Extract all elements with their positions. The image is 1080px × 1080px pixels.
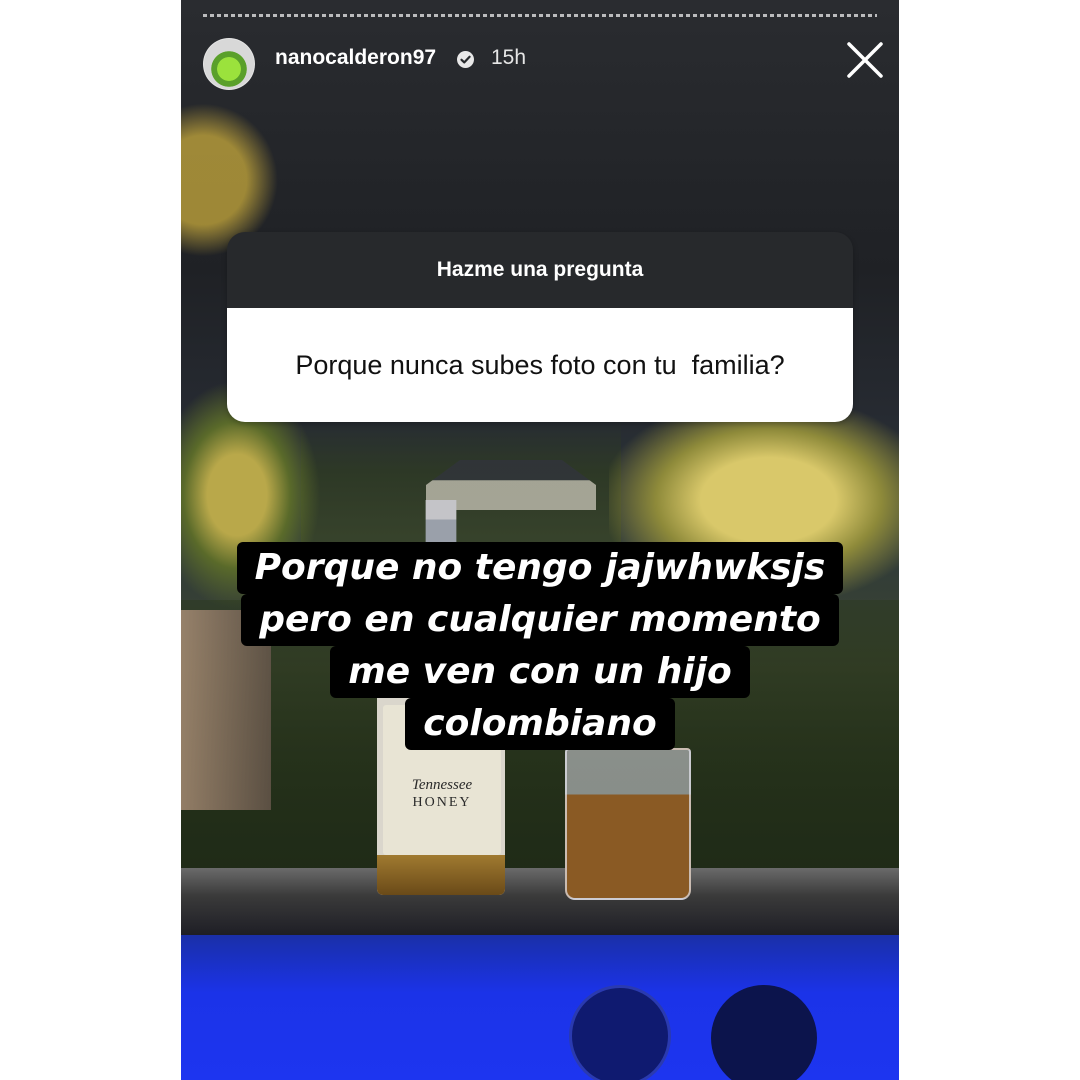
whiskey-glass	[565, 748, 691, 900]
answer-line-text: colombiano	[405, 698, 675, 750]
verified-icon	[457, 51, 474, 68]
question-sticker[interactable]: Hazme una pregunta Porque nunca subes fo…	[227, 232, 853, 422]
bottle-liquid	[377, 855, 505, 895]
question-title: Hazme una pregunta	[227, 232, 853, 308]
answer-line: me ven con un hijo	[330, 646, 750, 698]
pool-jet	[569, 985, 671, 1080]
answer-line-text: Porque no tengo jajwhwksjs	[236, 542, 844, 594]
answer-text: Porque no tengo jajwhwksjs pero en cualq…	[181, 542, 899, 750]
post-time: 15h	[491, 46, 527, 69]
answer-line: colombiano	[405, 698, 675, 750]
answer-line: Porque no tengo jajwhwksjs	[236, 542, 844, 594]
pool-jet	[711, 985, 817, 1080]
story-progress-bar	[203, 14, 877, 17]
answer-line-text: me ven con un hijo	[330, 646, 750, 698]
bottle-label-line2: HONEY	[412, 795, 472, 810]
close-icon[interactable]	[845, 40, 885, 80]
pool-ledge	[181, 868, 899, 938]
avatar[interactable]	[203, 38, 255, 90]
bottle-label-line1: Tennessee	[411, 777, 473, 793]
answer-line: pero en cualquier momento	[241, 594, 839, 646]
answer-line-text: pero en cualquier momento	[241, 594, 839, 646]
username[interactable]: nanocalderon97	[275, 46, 436, 70]
story-viewer[interactable]: Tennessee HONEY nanocalderon97 15h Hazme…	[181, 0, 899, 1080]
question-text: Porque nunca subes foto con tu familia?	[227, 308, 853, 422]
